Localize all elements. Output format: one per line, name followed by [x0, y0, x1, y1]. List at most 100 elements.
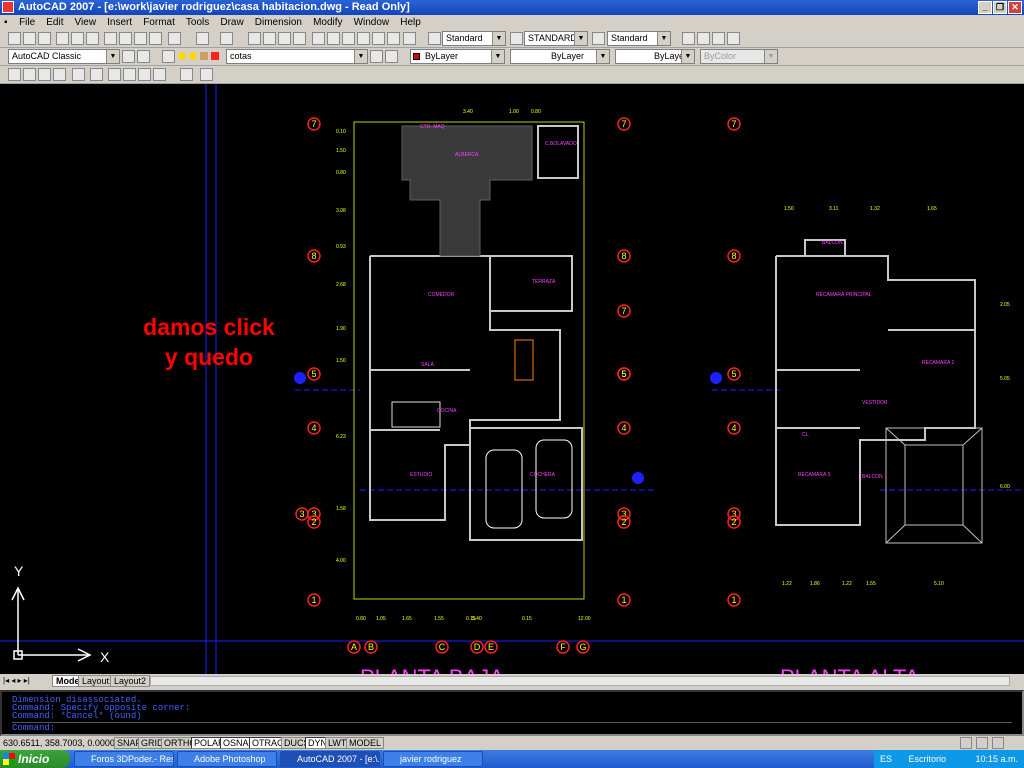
workspace-save-icon[interactable] [137, 50, 150, 63]
layer-on-icon[interactable] [178, 52, 186, 60]
start-button[interactable]: Inicio [0, 750, 70, 768]
preview-icon[interactable] [71, 32, 84, 45]
view-bottom-icon[interactable] [23, 68, 36, 81]
print-icon[interactable] [56, 32, 69, 45]
make-current-layer-icon[interactable] [370, 50, 383, 63]
iso-se-icon[interactable] [123, 68, 136, 81]
ucs-icon[interactable] [200, 68, 213, 81]
properties-icon[interactable] [312, 32, 325, 45]
room-label: C.BOLAVADO [545, 141, 577, 147]
dim-style-icon[interactable] [510, 32, 523, 45]
layer-lock-icon[interactable] [200, 52, 208, 60]
layer-manager-icon[interactable] [162, 50, 175, 63]
autocad-app-icon[interactable] [2, 1, 14, 13]
markup-icon[interactable] [372, 32, 385, 45]
tab-scroll-arrows[interactable]: |◂ ◂ ▸ ▸| [3, 676, 30, 685]
undo-icon[interactable] [196, 32, 209, 45]
help-icon[interactable] [403, 32, 416, 45]
layer-select[interactable]: cotas [226, 49, 368, 64]
plotstyle-select[interactable]: ByColor [700, 49, 778, 64]
dim-style-select[interactable]: STANDARD [524, 31, 588, 46]
pan-icon[interactable] [248, 32, 261, 45]
sheet-set-icon[interactable] [357, 32, 370, 45]
table-style-select[interactable]: Standard [607, 31, 671, 46]
minimize-button[interactable]: _ [978, 1, 992, 14]
color-select[interactable]: ByLayer [410, 49, 505, 64]
restore-button[interactable]: ❐ [993, 1, 1007, 14]
block-editor-icon[interactable] [168, 32, 181, 45]
desktop-toolbar-label[interactable]: Escritorio [909, 754, 947, 764]
lineweight-select[interactable]: ByLayer [615, 49, 695, 64]
table-style-icon[interactable] [592, 32, 605, 45]
iso-ne-icon[interactable] [138, 68, 151, 81]
document-icon[interactable]: ▪ [0, 15, 12, 30]
tool-palettes-icon[interactable] [342, 32, 355, 45]
workspace-settings-icon[interactable] [122, 50, 135, 63]
menu-modify[interactable]: Modify [309, 15, 346, 30]
workspace-select[interactable]: AutoCAD Classic [8, 49, 120, 64]
camera-icon[interactable] [180, 68, 193, 81]
room-label: VESTIDOR [862, 400, 888, 406]
publish-icon[interactable] [86, 32, 99, 45]
cut-icon[interactable] [104, 32, 117, 45]
tab-layout2[interactable]: Layout2 [110, 675, 151, 687]
menu-edit[interactable]: Edit [42, 15, 67, 30]
redo-icon[interactable] [220, 32, 233, 45]
taskbar-item-autocad[interactable]: AutoCAD 2007 - [e:\... [280, 751, 380, 767]
horizontal-scrollbar[interactable] [150, 676, 1010, 686]
window-tile-icon[interactable] [697, 32, 710, 45]
menu-insert[interactable]: Insert [103, 15, 136, 30]
menu-tools[interactable]: Tools [182, 15, 213, 30]
view-right-icon[interactable] [53, 68, 66, 81]
linetype-select[interactable]: ByLayer [510, 49, 610, 64]
layer-previous-icon[interactable] [385, 50, 398, 63]
iso-nw-icon[interactable] [153, 68, 166, 81]
window-vertical-icon[interactable] [727, 32, 740, 45]
menu-dimension[interactable]: Dimension [251, 15, 306, 30]
design-center-icon[interactable] [327, 32, 340, 45]
view-top-icon[interactable] [8, 68, 21, 81]
window-title-bar: AutoCAD 2007 - [e:\work\javier rodriguez… [0, 0, 1024, 15]
language-indicator[interactable]: ES [880, 754, 892, 764]
model-toggle[interactable]: MODEL [346, 737, 385, 749]
taskbar-item-photoshop[interactable]: Adobe Photoshop [177, 751, 277, 767]
view-toolbar [0, 66, 1024, 84]
save-icon[interactable] [38, 32, 51, 45]
open-icon[interactable] [23, 32, 36, 45]
menu-file[interactable]: File [15, 15, 39, 30]
window-arrange-icon[interactable] [712, 32, 725, 45]
zoom-previous-icon[interactable] [293, 32, 306, 45]
taskbar-item-folder[interactable]: javier rodriguez [383, 751, 483, 767]
lock-icon[interactable] [976, 737, 988, 749]
text-style-select[interactable]: Standard [442, 31, 506, 46]
paste-icon[interactable] [134, 32, 147, 45]
new-icon[interactable] [8, 32, 21, 45]
zoom-realtime-icon[interactable] [263, 32, 276, 45]
command-prompt[interactable]: Command: [12, 722, 1012, 733]
clean-screen-icon[interactable] [992, 737, 1004, 749]
calculator-icon[interactable] [387, 32, 400, 45]
taskbar-item-foros[interactable]: Foros 3DPoder.- Res... [74, 751, 174, 767]
copy-icon[interactable] [119, 32, 132, 45]
axis-letters: A B C DE F G [347, 640, 590, 654]
zoom-window-icon[interactable] [278, 32, 291, 45]
command-window[interactable]: Dimension disassociated. Command: Specif… [0, 690, 1024, 736]
view-left-icon[interactable] [38, 68, 51, 81]
menu-window[interactable]: Window [350, 15, 394, 30]
layer-freeze-icon[interactable] [189, 52, 197, 60]
text-style-icon[interactable] [428, 32, 441, 45]
view-back-icon[interactable] [90, 68, 103, 81]
comm-center-icon[interactable] [960, 737, 972, 749]
grid-bubbles-mid: 785432175 [617, 117, 631, 607]
menu-help[interactable]: Help [396, 15, 425, 30]
window-cascade-icon[interactable] [682, 32, 695, 45]
match-properties-icon[interactable] [149, 32, 162, 45]
layer-color-icon[interactable] [211, 52, 219, 60]
view-front-icon[interactable] [72, 68, 85, 81]
drawing-canvas[interactable]: 78543213 785432175 7854321 ABCDEFG CTO. … [0, 84, 1024, 674]
menu-draw[interactable]: Draw [216, 15, 247, 30]
iso-sw-icon[interactable] [108, 68, 121, 81]
close-button[interactable]: ✕ [1008, 1, 1022, 14]
menu-view[interactable]: View [71, 15, 101, 30]
menu-format[interactable]: Format [139, 15, 179, 30]
